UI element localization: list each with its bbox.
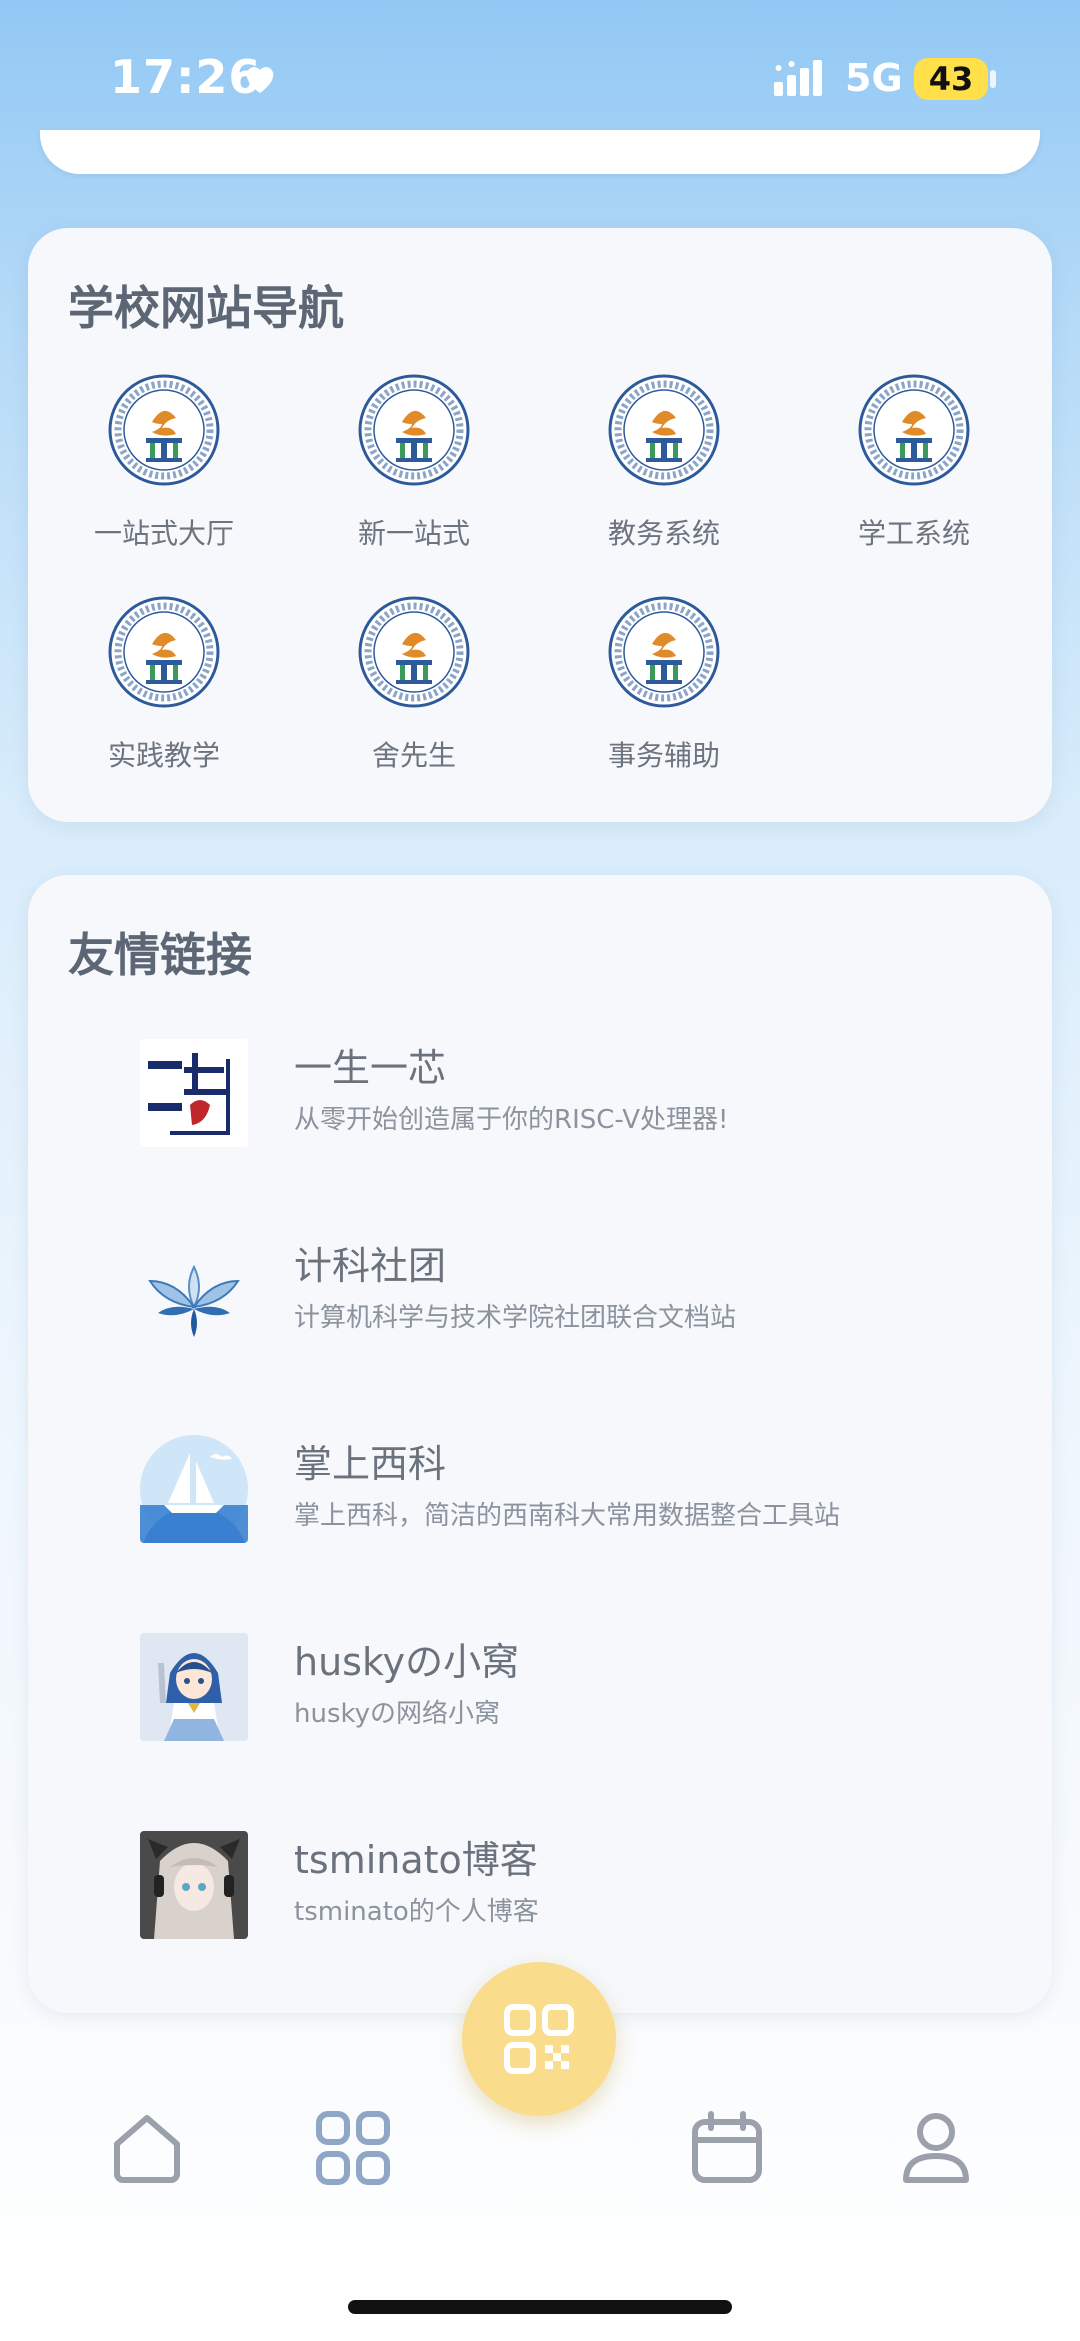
home-icon[interactable] (107, 2108, 187, 2188)
school-nav-card: 学校网站导航 一站式大厅 新一站式 教务系统 学工系统 实践教学 舍先生 事务辅… (28, 228, 1052, 822)
link-subtitle: 从零开始创造属于你的RISC-V处理器! (294, 1105, 729, 1135)
battery-level: 43 (914, 58, 988, 100)
nav-item-shexiansheng[interactable]: 舍先生 (324, 594, 504, 774)
link-title: 掌上西科 (294, 1442, 447, 1486)
nav-item-label: 教务系统 (607, 517, 720, 550)
nav-item-label: 新一站式 (357, 517, 470, 550)
link-subtitle: 计算机科学与技术学院社团联合文档站 (294, 1303, 737, 1333)
heart-icon (246, 67, 274, 93)
tab-bar (0, 2100, 1080, 2230)
previous-card-edge (40, 130, 1040, 174)
nav-item-label: 舍先生 (371, 739, 456, 772)
nav-item-xinyizhanshi[interactable]: 新一站式 (324, 372, 504, 552)
calendar-icon[interactable] (687, 2108, 767, 2188)
nav-item-label: 事务辅助 (607, 739, 720, 772)
battery-tip (990, 70, 996, 88)
link-item-husky[interactable]: huskyの小窝 huskyの网络小窝 (88, 1619, 1008, 1759)
anime-avatar-icon (140, 1633, 248, 1741)
friend-links-card: 友情链接 一生一芯 从零开始创造属于你的RISC-V处理器! 计科社团 计算机科… (28, 875, 1052, 2013)
signal-icon (774, 60, 822, 96)
scan-fab-button[interactable] (462, 1962, 616, 2116)
link-subtitle: huskyの网络小窝 (294, 1699, 501, 1729)
link-title: huskyの小窝 (294, 1640, 520, 1684)
nav-item-label: 学工系统 (857, 517, 970, 550)
network-type: 5G (845, 56, 903, 100)
nav-item-label: 实践教学 (107, 739, 220, 772)
school-logo-icon (106, 372, 222, 488)
school-logo-icon (856, 372, 972, 488)
lotus-logo-icon (140, 1237, 248, 1345)
school-logo-icon (606, 594, 722, 710)
school-logo-icon (356, 594, 472, 710)
status-time: 17:26 (110, 50, 262, 104)
person-icon[interactable] (896, 2108, 976, 2188)
friend-links-title: 友情链接 (68, 928, 252, 982)
nav-item-xuegong[interactable]: 学工系统 (824, 372, 1004, 552)
link-title: tsminato博客 (294, 1838, 538, 1882)
nav-item-yizhanshi[interactable]: 一站式大厅 (74, 372, 254, 552)
link-title: 一生一芯 (294, 1046, 447, 1090)
link-item-ysyx[interactable]: 一生一芯 从零开始创造属于你的RISC-V处理器! (88, 1025, 1008, 1165)
nav-item-shiwu[interactable]: 事务辅助 (574, 594, 754, 774)
school-logo-icon (106, 594, 222, 710)
link-item-jike[interactable]: 计科社团 计算机科学与技术学院社团联合文档站 (88, 1223, 1008, 1363)
school-nav-title: 学校网站导航 (68, 281, 344, 335)
link-title: 计科社团 (294, 1244, 447, 1288)
link-subtitle: 掌上西科，简洁的西南科大常用数据整合工具站 (294, 1501, 841, 1531)
ysyx-logo-icon (140, 1039, 248, 1147)
school-logo-icon (606, 372, 722, 488)
nav-item-label: 一站式大厅 (93, 517, 234, 550)
grid-icon[interactable] (313, 2108, 393, 2188)
home-indicator[interactable] (348, 2300, 732, 2314)
nav-item-jiaowu[interactable]: 教务系统 (574, 372, 754, 552)
sailboat-logo-icon (140, 1435, 248, 1543)
nav-item-shijian[interactable]: 实践教学 (74, 594, 254, 774)
school-logo-icon (356, 372, 472, 488)
link-subtitle: tsminato的个人博客 (294, 1897, 539, 1927)
qr-code-icon (504, 2004, 574, 2074)
link-item-zhangshang[interactable]: 掌上西科 掌上西科，简洁的西南科大常用数据整合工具站 (88, 1421, 1008, 1561)
link-item-tsminato[interactable]: tsminato博客 tsminato的个人博客 (88, 1817, 1008, 1957)
anime-avatar-gray-icon (140, 1831, 248, 1939)
